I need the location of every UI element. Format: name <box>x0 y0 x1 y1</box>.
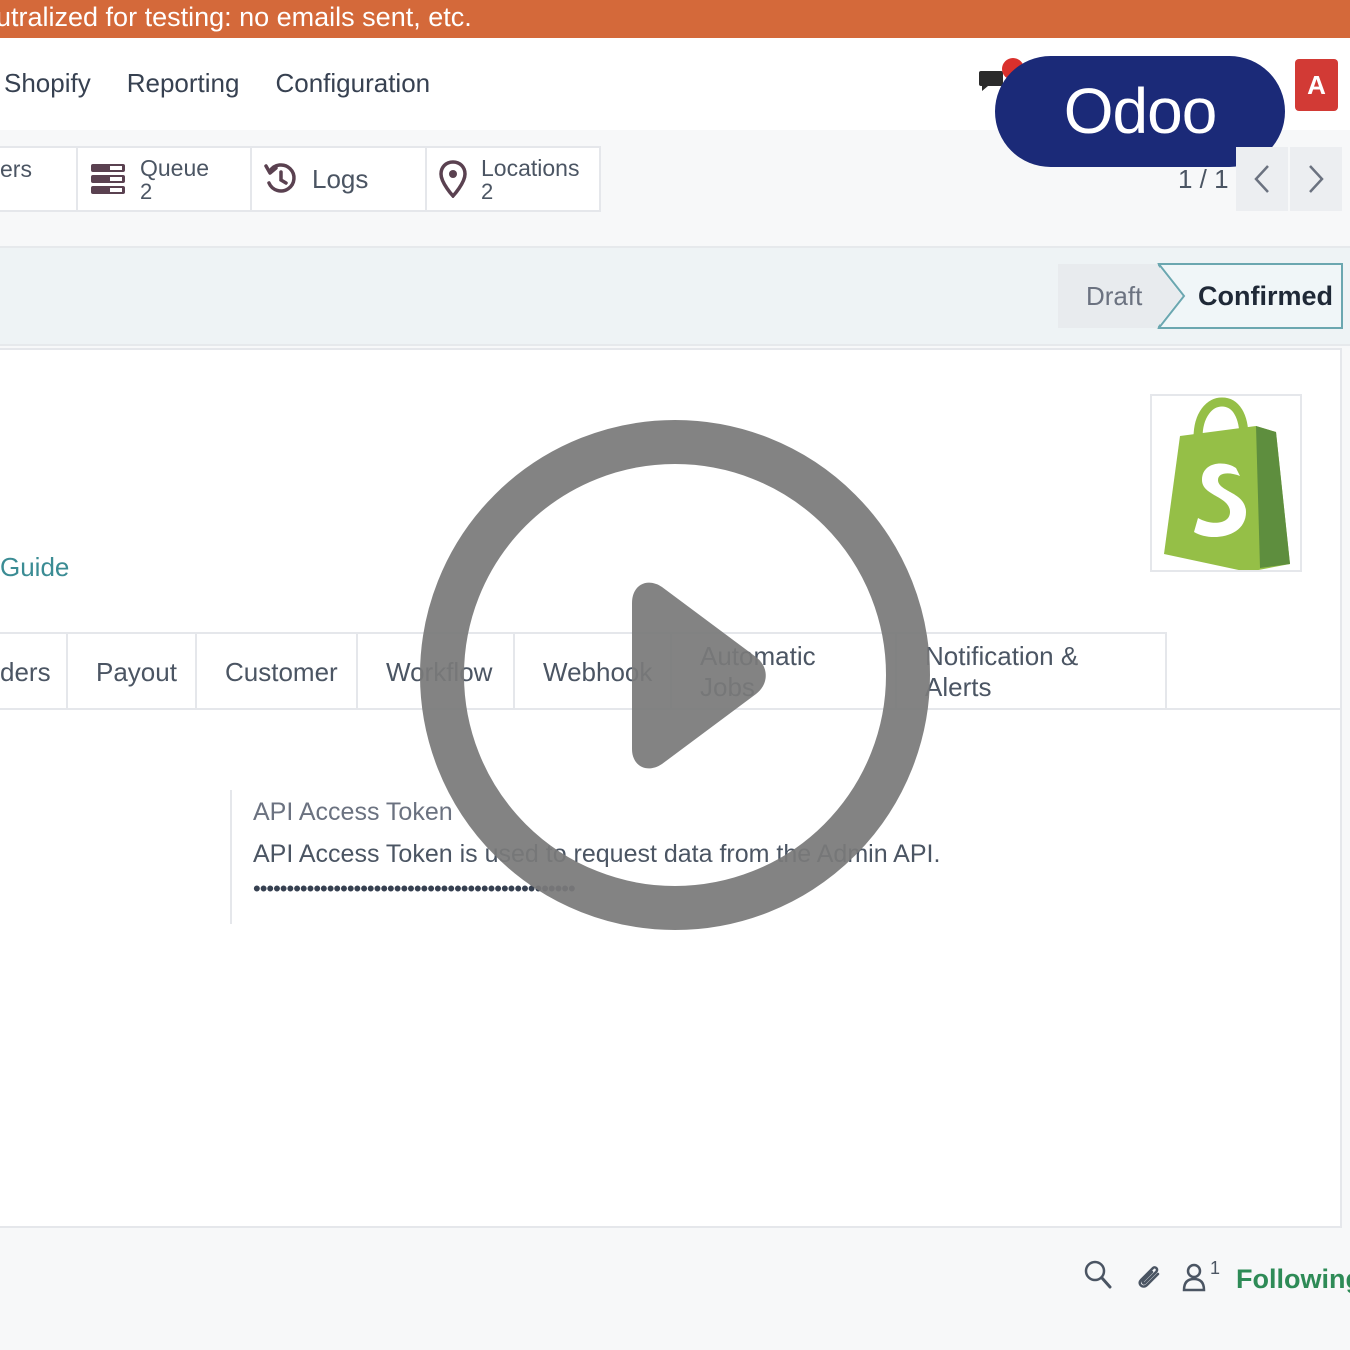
smart-button-logs[interactable]: Logs <box>252 146 427 212</box>
paperclip-icon[interactable] <box>1134 1260 1164 1292</box>
queue-text: Queue 2 <box>140 155 209 203</box>
stage-draft-label: Draft <box>1086 281 1143 311</box>
tab-orders[interactable]: ders <box>0 632 68 710</box>
play-icon[interactable] <box>419 419 931 931</box>
tab-payout-label: Payout <box>96 656 177 687</box>
followers-count: 1 <box>1210 1258 1221 1278</box>
menu-item-reporting[interactable]: Reporting <box>127 68 240 99</box>
tab-payout[interactable]: Payout <box>68 632 197 710</box>
following-button[interactable]: Following <box>1236 1264 1350 1295</box>
queue-icon <box>91 164 125 194</box>
test-mode-banner: utralized for testing: no emails sent, e… <box>0 0 1350 38</box>
chevron-right-icon <box>1309 165 1324 193</box>
queue-label: Queue <box>140 155 210 181</box>
shopify-logo <box>1164 397 1290 572</box>
logs-icon <box>264 163 296 193</box>
field-group-divider <box>230 790 232 924</box>
menu-item-configuration[interactable]: Configuration <box>275 68 430 99</box>
shopify-logo-box <box>1150 394 1302 572</box>
menu-item-shopify[interactable]: Shopify <box>4 68 91 99</box>
tab-customer[interactable]: Customer <box>197 632 358 710</box>
stage-confirmed-label: Confirmed <box>1198 281 1333 311</box>
logs-label: Logs <box>312 163 369 194</box>
tab-notification-alerts-label: Notification & Alerts <box>925 641 1079 702</box>
brand-text: Odoo <box>1063 75 1218 147</box>
pager-previous-button[interactable] <box>1236 147 1288 211</box>
banner-text: utralized for testing: no emails sent, e… <box>0 2 472 32</box>
main-menu: Shopify Reporting Configuration <box>4 68 430 99</box>
tab-customer-label: Customer <box>225 656 338 687</box>
location-pin-icon <box>439 160 467 198</box>
stage-draft[interactable]: Draft <box>1058 264 1168 328</box>
pager-next-button[interactable] <box>1290 147 1342 211</box>
search-icon[interactable] <box>1084 1260 1112 1290</box>
guide-link[interactable]: Guide <box>0 552 69 583</box>
locations-text: Locations 2 <box>481 155 579 203</box>
locations-label: Locations <box>481 155 580 181</box>
smart-button-locations[interactable]: Locations 2 <box>427 146 601 212</box>
smart-buttons: ers Queue 2 Logs Locations 2 <box>0 146 601 212</box>
user-avatar[interactable]: A <box>1295 59 1338 111</box>
smart-button-orders-label: ers <box>0 155 32 182</box>
tab-notification-alerts[interactable]: Notification & Alerts <box>897 632 1167 710</box>
queue-count: 2 <box>140 179 153 204</box>
smart-button-queue[interactable]: Queue 2 <box>78 146 252 212</box>
pager-value: 1 / 1 <box>1178 164 1229 194</box>
smart-button-orders[interactable]: ers <box>0 146 78 212</box>
chevron-left-icon <box>1254 165 1269 193</box>
tab-orders-label: ders <box>0 656 51 687</box>
user-icon[interactable] <box>1182 1262 1206 1292</box>
avatar-initial: A <box>1307 70 1326 100</box>
stage-arrow <box>1156 263 1186 329</box>
locations-count: 2 <box>481 179 494 204</box>
